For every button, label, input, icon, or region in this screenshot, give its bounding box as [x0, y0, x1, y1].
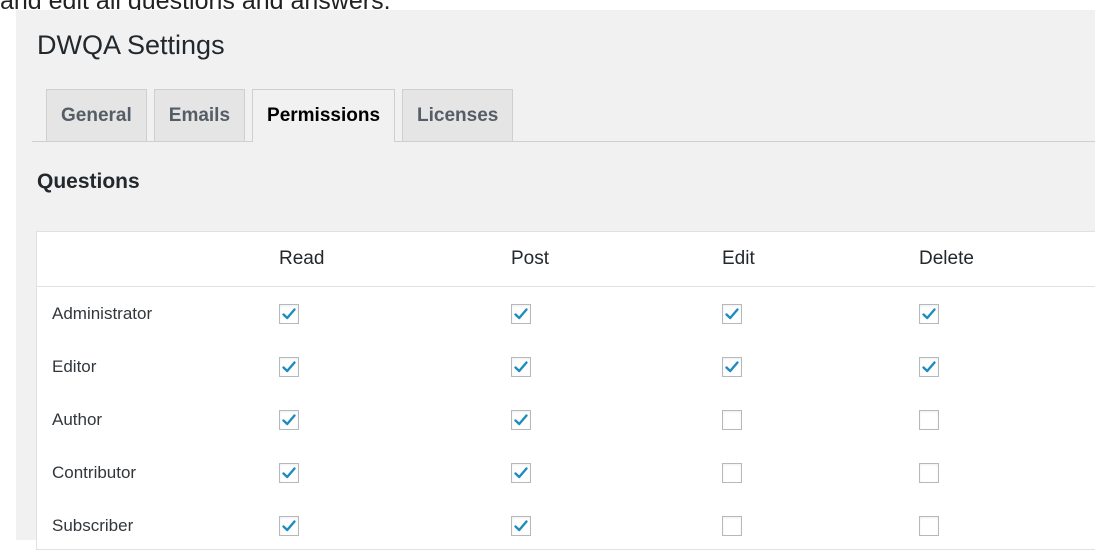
checkmark-icon [514, 414, 528, 426]
checkbox-delete[interactable] [919, 357, 939, 377]
checkmark-icon [514, 308, 528, 320]
column-header-post: Post [511, 248, 550, 269]
checkmark-icon [514, 520, 528, 532]
column-header-edit: Edit [722, 248, 755, 269]
checkbox-delete[interactable] [919, 410, 939, 430]
checkbox-post[interactable] [511, 410, 531, 430]
column-header-delete: Delete [919, 248, 974, 269]
table-row: Editor [37, 340, 1095, 394]
checkbox-read[interactable] [279, 516, 299, 536]
checkbox-delete[interactable] [919, 463, 939, 483]
checkmark-icon [514, 361, 528, 373]
table-row: Contributor [37, 446, 1095, 500]
tab-emails[interactable]: Emails [153, 89, 246, 141]
checkbox-read[interactable] [279, 304, 299, 324]
checkbox-read[interactable] [279, 357, 299, 377]
section-title-questions: Questions [37, 170, 140, 193]
role-label: Subscriber [52, 516, 134, 535]
checkbox-read[interactable] [279, 410, 299, 430]
role-label: Administrator [52, 304, 153, 323]
permissions-table: Read Post Edit Delete Administrator Edito… [36, 231, 1095, 550]
checkbox-edit[interactable] [722, 516, 742, 536]
checkmark-icon [282, 308, 296, 320]
checkmark-icon [922, 361, 936, 373]
tab-licenses[interactable]: Licenses [402, 89, 514, 141]
checkbox-edit[interactable] [722, 410, 742, 430]
role-label: Editor [52, 357, 97, 376]
tab-divider [32, 141, 1095, 142]
checkbox-edit[interactable] [722, 304, 742, 324]
checkbox-delete[interactable] [919, 516, 939, 536]
checkmark-icon [282, 414, 296, 426]
checkbox-delete[interactable] [919, 304, 939, 324]
page-title: DWQA Settings [37, 30, 225, 60]
checkmark-icon [725, 308, 739, 320]
checkmark-icon [922, 308, 936, 320]
table-header-row: Read Post Edit Delete [37, 232, 1095, 287]
tab-permissions[interactable]: Permissions [252, 89, 396, 142]
checkbox-post[interactable] [511, 304, 531, 324]
checkbox-post[interactable] [511, 357, 531, 377]
settings-panel: DWQA Settings General Emails Permissions… [16, 10, 1095, 550]
checkmark-icon [282, 520, 296, 532]
checkbox-read[interactable] [279, 463, 299, 483]
checkmark-icon [282, 361, 296, 373]
checkbox-post[interactable] [511, 463, 531, 483]
column-header-read: Read [279, 248, 325, 269]
settings-tabs: General Emails Permissions Licenses [46, 89, 514, 142]
tab-general[interactable]: General [46, 89, 147, 141]
checkmark-icon [282, 467, 296, 479]
role-label: Contributor [52, 463, 137, 482]
checkmark-icon [725, 361, 739, 373]
checkbox-post[interactable] [511, 516, 531, 536]
checkmark-icon [514, 467, 528, 479]
table-row: Subscriber [37, 499, 1095, 553]
table-row: Administrator [37, 287, 1095, 341]
checkbox-edit[interactable] [722, 463, 742, 483]
checkbox-edit[interactable] [722, 357, 742, 377]
table-row: Author [37, 393, 1095, 447]
role-label: Author [52, 410, 103, 429]
